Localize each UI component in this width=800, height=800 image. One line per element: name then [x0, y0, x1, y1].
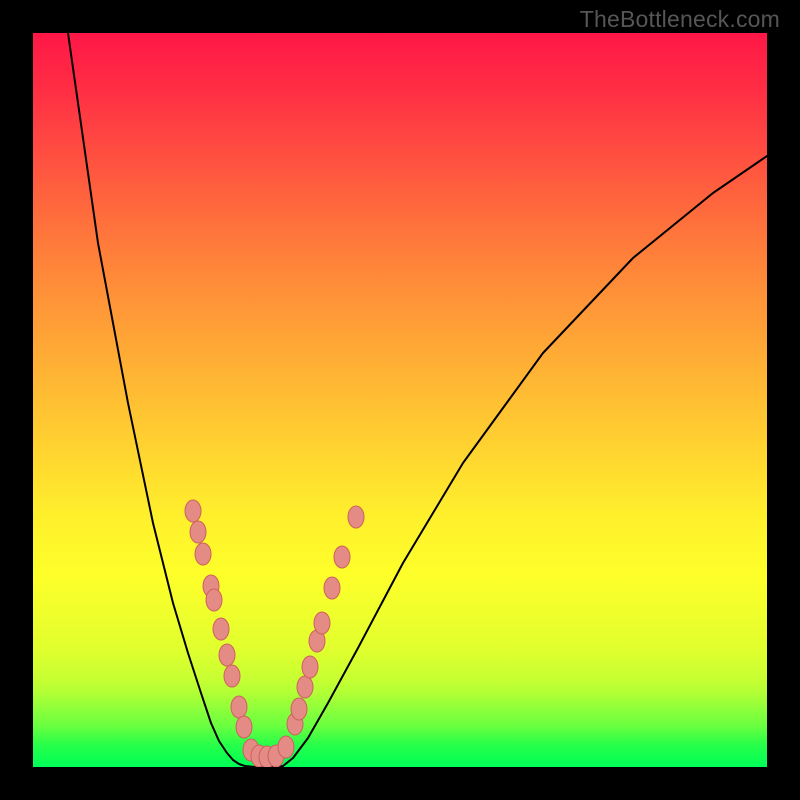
- data-marker: [231, 696, 247, 718]
- data-marker: [190, 521, 206, 543]
- data-marker: [348, 506, 364, 528]
- data-marker: [302, 656, 318, 678]
- data-marker: [206, 589, 222, 611]
- curve-svg: [33, 33, 767, 767]
- data-marker: [324, 577, 340, 599]
- curve-path: [68, 33, 767, 767]
- data-marker: [195, 543, 211, 565]
- plot-area: [33, 33, 767, 767]
- data-marker: [224, 665, 240, 687]
- data-marker: [185, 500, 201, 522]
- data-marker: [219, 644, 235, 666]
- data-marker: [291, 698, 307, 720]
- data-marker: [236, 716, 252, 738]
- data-marker: [314, 612, 330, 634]
- data-marker: [297, 676, 313, 698]
- chart-frame: TheBottleneck.com: [0, 0, 800, 800]
- data-marker: [278, 736, 294, 758]
- watermark-text: TheBottleneck.com: [580, 6, 780, 33]
- data-marker: [213, 618, 229, 640]
- bottleneck-curve: [68, 33, 767, 767]
- data-marker: [334, 546, 350, 568]
